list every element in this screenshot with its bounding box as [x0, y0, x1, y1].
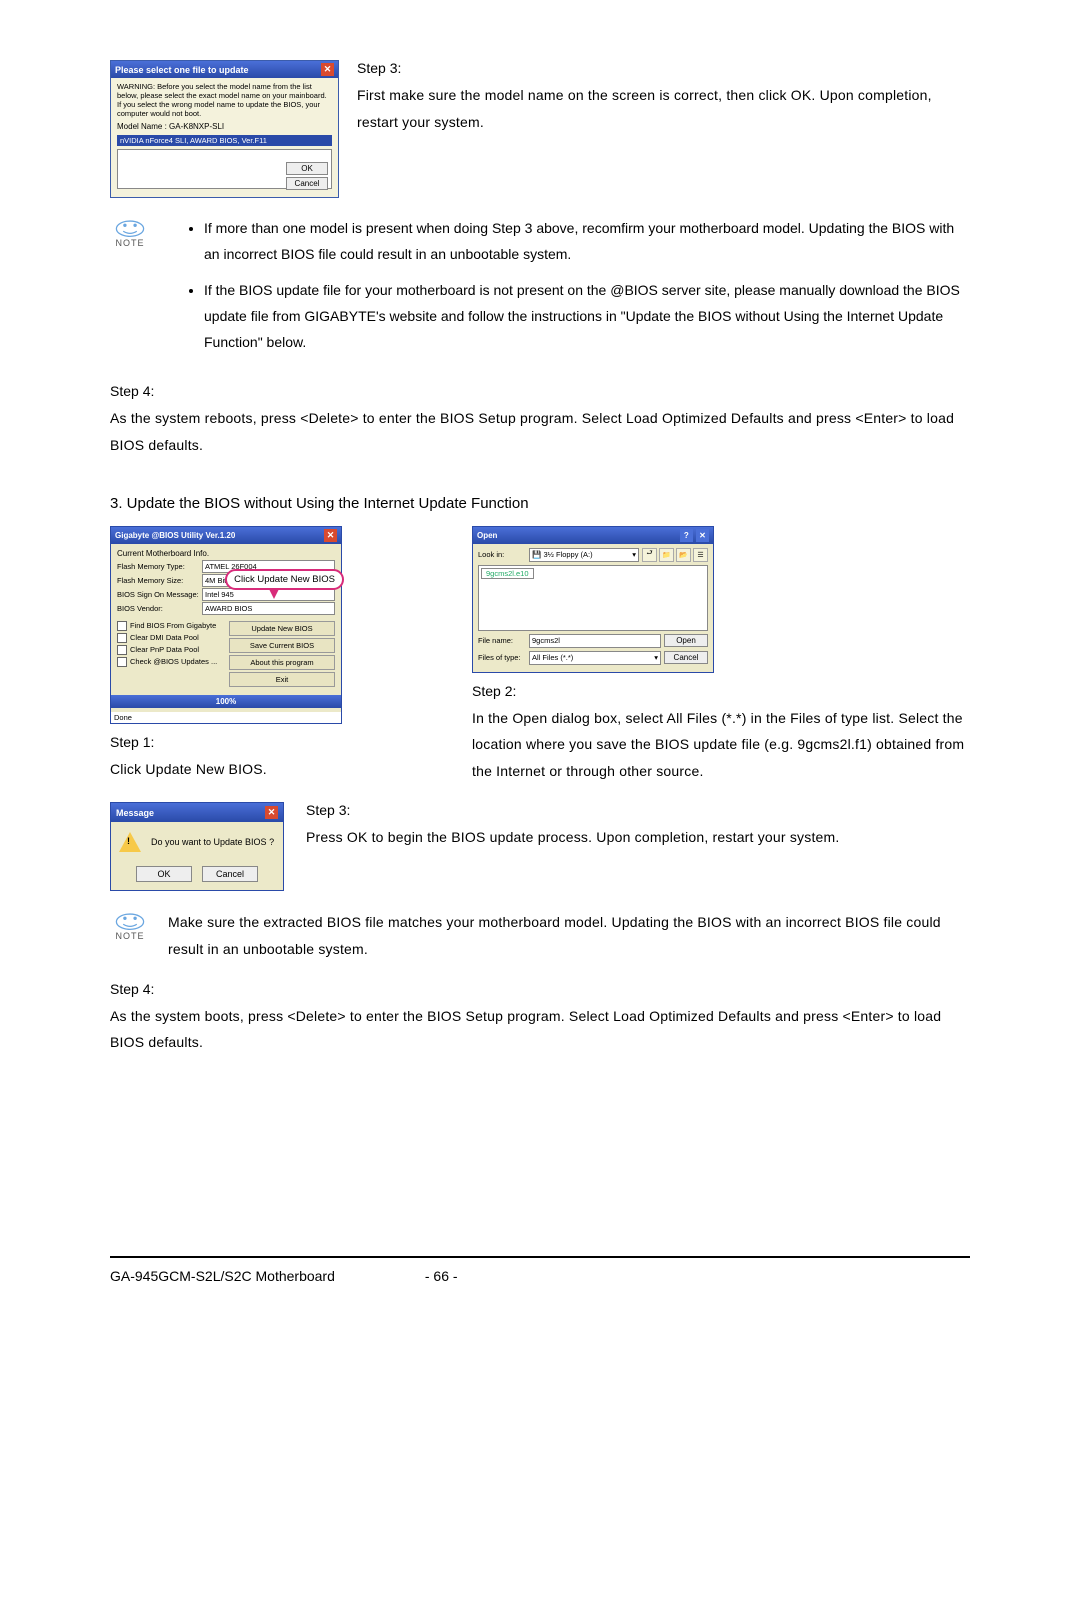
save-current-bios-button[interactable]: Save Current BIOS: [229, 638, 335, 653]
open-dialog-titlebar: Open ? ✕: [473, 527, 713, 544]
model-name-label: Model Name : GA-K8NXP-SLI: [117, 122, 332, 131]
note-bullet: If the BIOS update file for your motherb…: [204, 278, 970, 356]
note2-text: Make sure the extracted BIOS file matche…: [168, 909, 970, 962]
note-icon: NOTE: [110, 909, 150, 941]
step4-text: As the system boots, press <Delete> to e…: [110, 1003, 970, 1056]
file-list[interactable]: 9gcms2l.e10: [478, 565, 708, 631]
filetype-dropdown[interactable]: All Files (*.*)▾: [529, 651, 661, 665]
status-done: Done: [111, 712, 341, 723]
note-label: NOTE: [115, 238, 144, 248]
new-folder-icon[interactable]: 📂: [676, 548, 691, 562]
check-updates-checkbox[interactable]: Check @BIOS Updates ...: [117, 657, 223, 667]
about-button[interactable]: About this program: [229, 655, 335, 670]
note-icon: NOTE: [110, 216, 150, 248]
step3-label: Step 3:: [357, 60, 970, 76]
progress-bar: 100%: [111, 695, 341, 708]
close-icon[interactable]: ✕: [321, 63, 334, 76]
step3-text: First make sure the model name on the sc…: [357, 82, 970, 135]
note-label: NOTE: [115, 931, 144, 941]
cancel-button[interactable]: Cancel: [664, 651, 708, 664]
lookin-dropdown[interactable]: 💾 3½ Floppy (A:)▾: [529, 548, 639, 562]
select-file-dialog: Please select one file to update ✕ WARNI…: [110, 60, 339, 198]
bios-list[interactable]: OK Cancel: [117, 149, 332, 189]
step1-label: Step 1:: [110, 734, 342, 750]
step4-label: Step 4:: [110, 383, 970, 399]
step3-text: Press OK to begin the BIOS update proces…: [306, 824, 970, 851]
warning-icon: [119, 832, 141, 852]
message-title: Message: [116, 808, 154, 818]
clear-dmi-checkbox[interactable]: Clear DMI Data Pool: [117, 633, 223, 643]
back-icon[interactable]: ⮐: [642, 548, 657, 562]
dialog-title: Please select one file to update: [115, 65, 249, 75]
close-icon[interactable]: ✕: [696, 529, 709, 542]
file-item[interactable]: 9gcms2l.e10: [481, 568, 534, 579]
update-new-bios-button[interactable]: Update New BIOS: [229, 621, 335, 636]
open-dialog-title: Open: [477, 531, 497, 540]
selected-bios-item[interactable]: nVIDIA nForce4 SLI, AWARD BIOS, Ver.F11: [117, 135, 332, 146]
footer-page: - 66 -: [425, 1268, 458, 1284]
exit-button[interactable]: Exit: [229, 672, 335, 687]
section-heading: 3. Update the BIOS without Using the Int…: [110, 495, 970, 512]
utility-titlebar: Gigabyte @BIOS Utility Ver.1.20 ✕: [111, 527, 341, 544]
open-dialog: Open ? ✕ Look in: 💾 3½ Floppy (A:)▾ ⮐ 📁 …: [472, 526, 714, 673]
callout-update-new-bios: Click Update New BIOS: [225, 569, 344, 590]
step2-label: Step 2:: [472, 683, 970, 699]
help-icon[interactable]: ?: [680, 529, 693, 542]
view-icon[interactable]: ☰: [693, 548, 708, 562]
mb-info-label: Current Motherboard Info.: [117, 549, 335, 558]
clear-pnp-checkbox[interactable]: Clear PnP Data Pool: [117, 645, 223, 655]
ok-button[interactable]: OK: [136, 866, 192, 882]
filetype-label: Files of type:: [478, 653, 526, 662]
footer-model: GA-945GCM-S2L/S2C Motherboard: [110, 1268, 335, 1284]
utility-title: Gigabyte @BIOS Utility Ver.1.20: [115, 531, 235, 540]
ok-button[interactable]: OK: [286, 162, 328, 175]
message-box: Message ✕ Do you want to Update BIOS ? O…: [110, 802, 284, 891]
cancel-button[interactable]: Cancel: [286, 177, 328, 190]
warning-text: WARNING: Before you select the model nam…: [117, 82, 332, 118]
cancel-button[interactable]: Cancel: [202, 866, 258, 882]
step4-label: Step 4:: [110, 981, 970, 997]
filename-label: File name:: [478, 636, 526, 645]
dialog-titlebar: Please select one file to update ✕: [111, 61, 338, 78]
callout-arrow-icon: [269, 589, 279, 599]
close-icon[interactable]: ✕: [265, 806, 278, 819]
info-value: AWARD BIOS: [202, 602, 335, 615]
find-bios-checkbox[interactable]: Find BIOS From Gigabyte: [117, 621, 223, 631]
open-button[interactable]: Open: [664, 634, 708, 647]
note-bullet: If more than one model is present when d…: [204, 216, 970, 268]
info-label: BIOS Sign On Message:: [117, 590, 199, 599]
filename-input[interactable]: 9gcms2l: [529, 634, 661, 648]
info-label: BIOS Vendor:: [117, 604, 199, 613]
lookin-label: Look in:: [478, 550, 526, 559]
info-label: Flash Memory Type:: [117, 562, 199, 571]
step2-text: In the Open dialog box, select All Files…: [472, 705, 970, 785]
message-titlebar: Message ✕: [111, 803, 283, 822]
step3-label: Step 3:: [306, 802, 970, 818]
up-folder-icon[interactable]: 📁: [659, 548, 674, 562]
close-icon[interactable]: ✕: [324, 529, 337, 542]
step1-text: Click Update New BIOS.: [110, 756, 342, 783]
at-bios-utility-window: Gigabyte @BIOS Utility Ver.1.20 ✕ Curren…: [110, 526, 342, 724]
message-text: Do you want to Update BIOS ?: [151, 837, 274, 847]
info-label: Flash Memory Size:: [117, 576, 199, 585]
step4-text: As the system reboots, press <Delete> to…: [110, 405, 970, 458]
